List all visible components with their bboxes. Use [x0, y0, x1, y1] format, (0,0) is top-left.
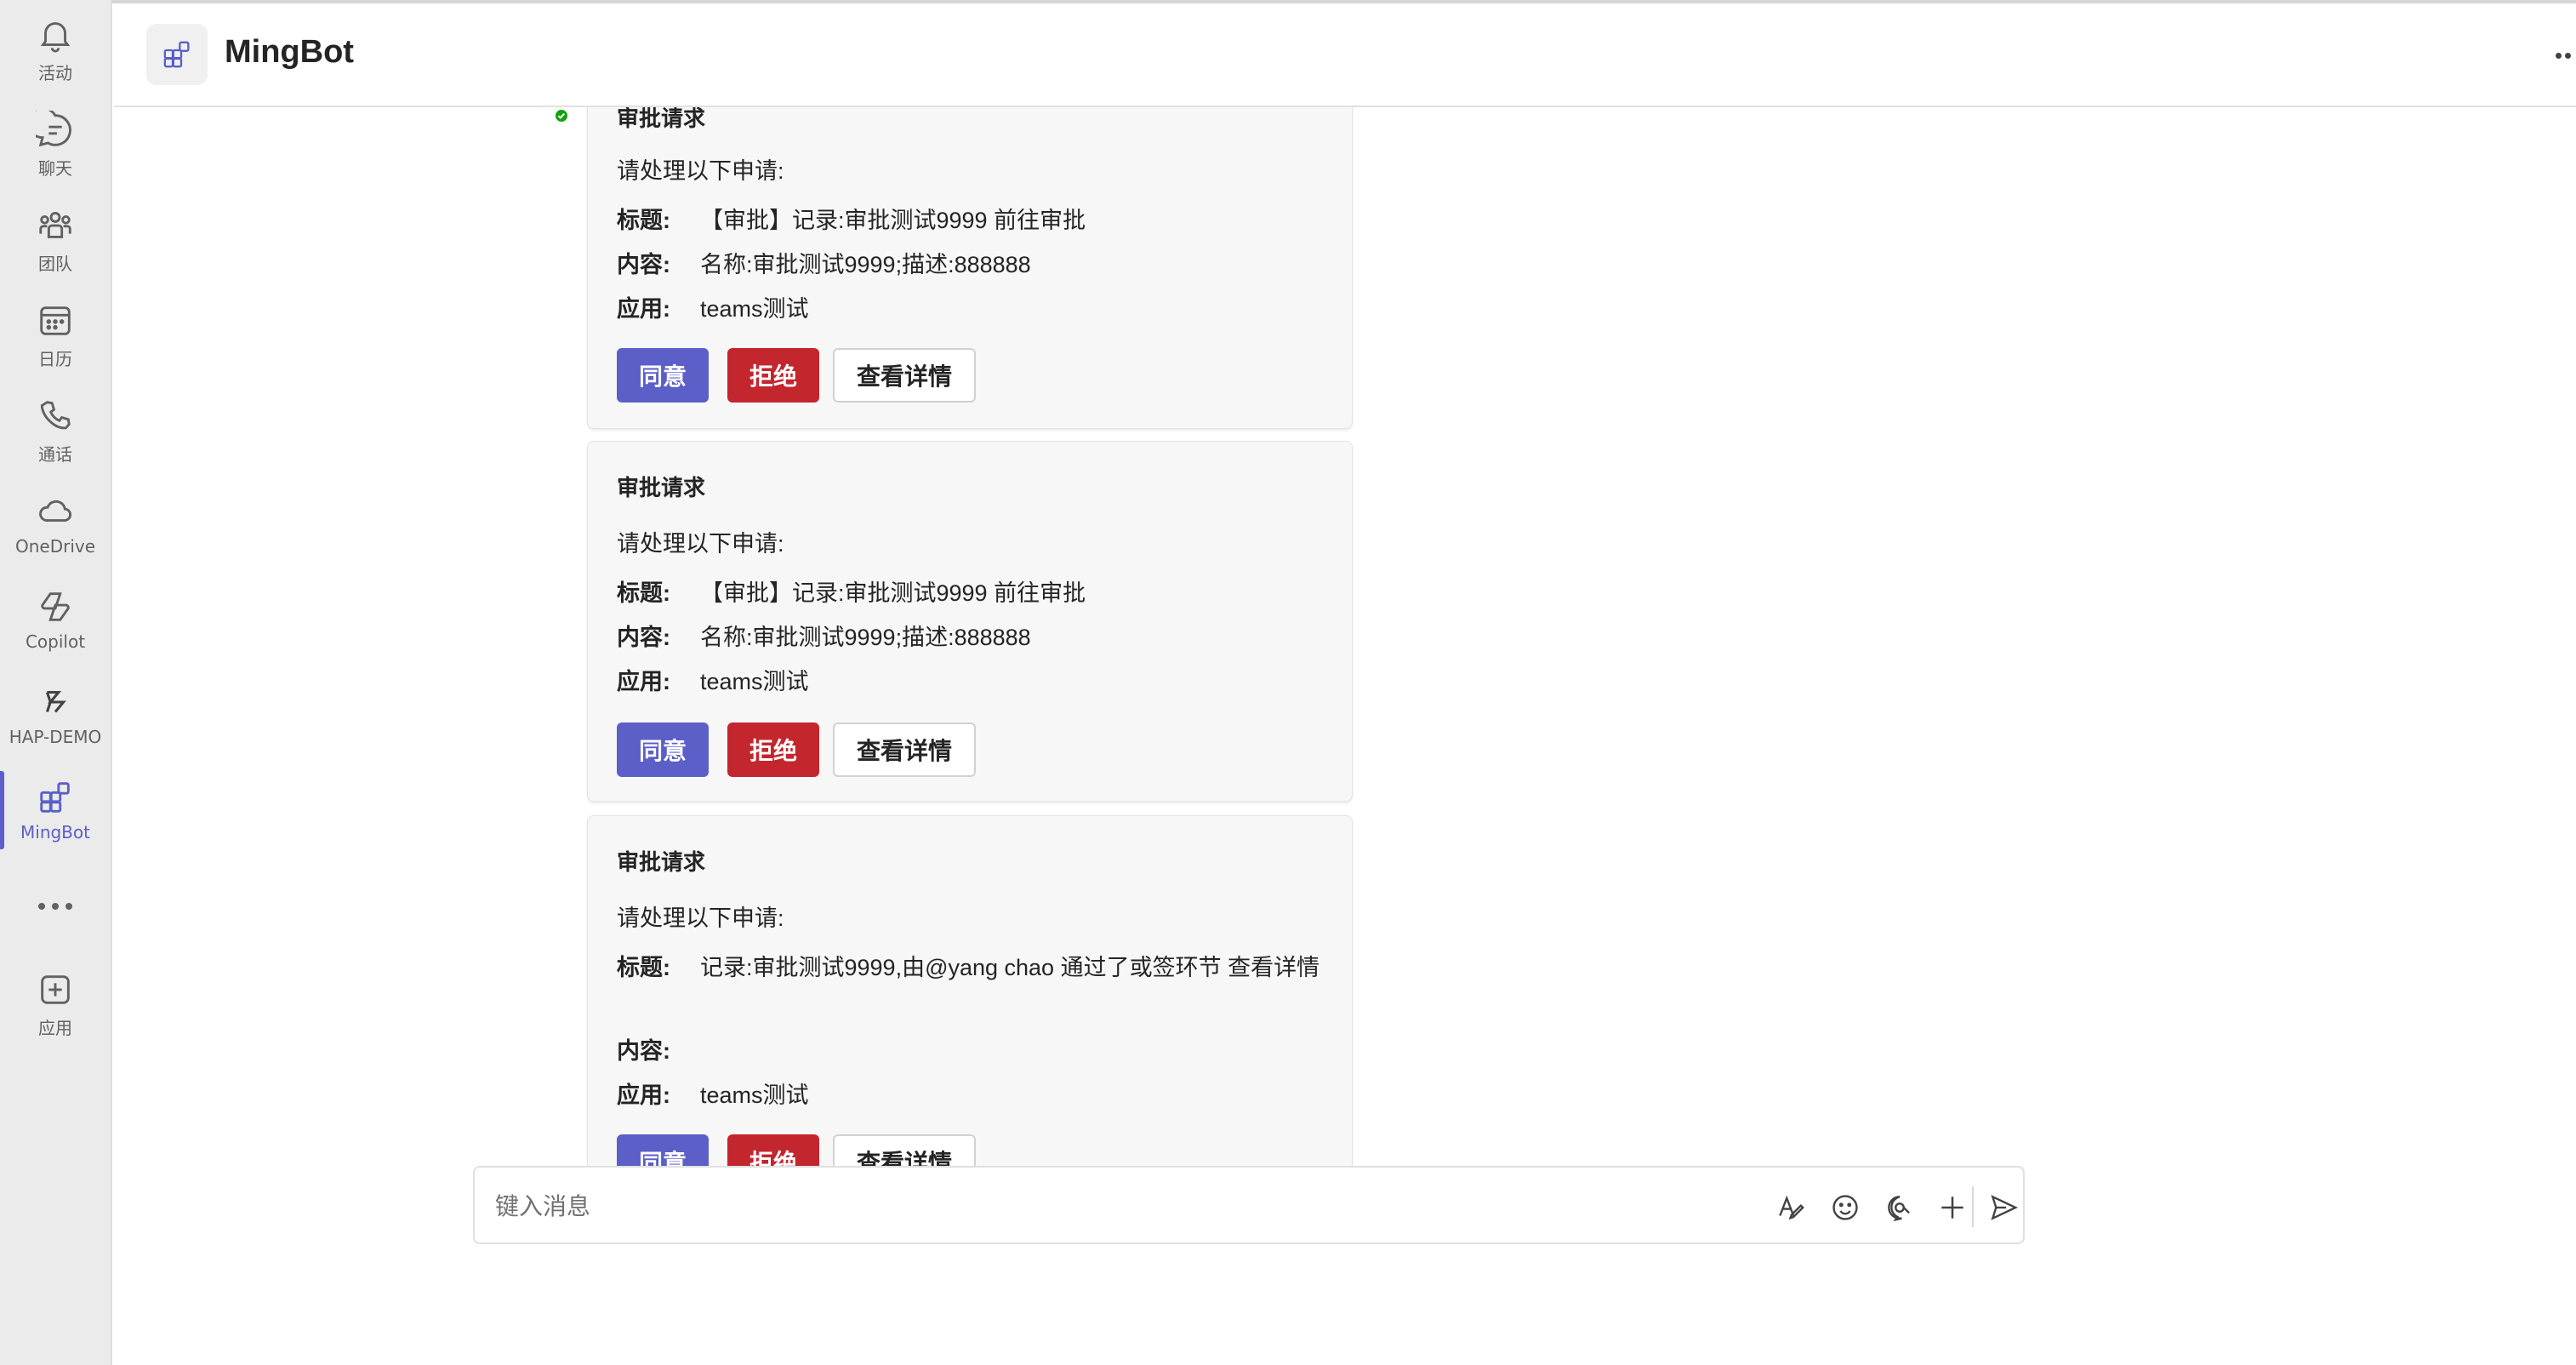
phone-icon [40, 401, 71, 430]
teams-icon [39, 211, 71, 238]
field-value [700, 1034, 1331, 1068]
rail-item-mingbot[interactable]: MingBot [0, 771, 111, 870]
page-title: MingBot [225, 34, 354, 70]
app-rail: 活动 聊天 团队 日历 通话 OneDrive Copilot HAP-DEMO… [0, 0, 112, 1365]
card-title: 审批请求 [617, 849, 706, 875]
field-label: 标题: [617, 955, 670, 980]
emoji-button[interactable] [1827, 1190, 1863, 1225]
apps-grid-icon [163, 41, 190, 68]
dot [38, 903, 45, 910]
field-value: 名称:审批测试9999;描述:888888 [700, 625, 1031, 650]
approve-button[interactable]: 同意 [617, 348, 709, 403]
dot [52, 903, 59, 910]
field-content: 内容: 名称:审批测试9999;描述:888888 [617, 620, 1331, 654]
field-value: teams测试 [700, 296, 809, 322]
field-label: 应用: [617, 1082, 670, 1108]
field-value: 【审批】记录:审批测试9999 前往审批 [700, 208, 1086, 233]
message-input[interactable] [495, 1190, 1686, 1224]
field-title: 标题: 【审批】记录:审批测试9999 前往审批 [617, 576, 1331, 610]
field-label: 标题: [617, 580, 670, 606]
chat-icon [36, 111, 71, 147]
copilot-icon [41, 592, 70, 621]
field-app: 应用: teams测试 [617, 665, 1331, 699]
rail-item-chat[interactable]: 聊天 [0, 111, 111, 203]
rail-item-label: 通话 [38, 444, 72, 465]
card-title: 审批请求 [617, 107, 706, 131]
rail-item-label: 活动 [38, 63, 72, 83]
card-title: 审批请求 [617, 475, 706, 500]
reject-button[interactable]: 拒绝 [727, 348, 819, 403]
bell-icon [40, 22, 71, 53]
card-intro: 请处理以下申请: [617, 531, 784, 557]
send-button[interactable] [1986, 1190, 2021, 1225]
rail-item-label: 日历 [38, 349, 72, 369]
field-value: teams测试 [700, 1082, 809, 1108]
field-value: teams测试 [700, 669, 809, 694]
check-icon [557, 112, 566, 119]
rail-item-apps[interactable]: 应用 [0, 970, 111, 1062]
approval-card: 审批请求 请处理以下申请: 标题: 记录:审批测试9999,由@yang cha… [587, 815, 1353, 1215]
cloud-icon [39, 500, 72, 522]
rail-more-button[interactable] [0, 892, 111, 921]
rail-item-onedrive[interactable]: OneDrive [0, 492, 111, 584]
field-app: 应用: teams测试 [617, 1078, 1331, 1112]
field-label: 应用: [617, 669, 670, 694]
field-app: 应用: teams测试 [617, 292, 1331, 326]
card-intro: 请处理以下申请: [617, 158, 784, 184]
field-label: 内容: [617, 625, 670, 650]
rail-item-calendar[interactable]: 日历 [0, 301, 111, 393]
field-label: 内容: [617, 252, 670, 277]
reject-button[interactable]: 拒绝 [727, 722, 819, 777]
approval-card: 审批请求 请处理以下申请: 标题: 【审批】记录:审批测试9999 前往审批 内… [587, 441, 1353, 802]
attach-button[interactable] [1935, 1190, 1970, 1225]
add-app-icon [41, 975, 70, 1004]
field-label: 内容: [617, 1038, 670, 1064]
rail-item-calls[interactable]: 通话 [0, 397, 111, 488]
field-content: 内容: 名称:审批测试9999;描述:888888 [617, 248, 1331, 282]
chat-header: MingBot [114, 3, 2576, 107]
emoji-icon [1832, 1195, 1858, 1220]
app-avatar [146, 24, 208, 85]
apps-grid-icon [40, 782, 70, 813]
more-options-button[interactable] [2556, 53, 2576, 61]
dot [66, 903, 72, 910]
view-details-button[interactable]: 查看详情 [833, 348, 976, 403]
send-icon [1991, 1195, 2019, 1220]
sticker-button[interactable] [1882, 1190, 1918, 1225]
composer-divider [1972, 1186, 1974, 1227]
field-value: 【审批】记录:审批测试9999 前往审批 [700, 580, 1086, 606]
rail-item-copilot[interactable]: Copilot [0, 587, 111, 679]
rail-item-hap-demo[interactable]: HAP-DEMO [0, 682, 111, 774]
approval-card: 审批请求 请处理以下申请: 标题: 【审批】记录:审批测试9999 前往审批 内… [587, 107, 1353, 429]
rail-item-label: 应用 [38, 1018, 72, 1038]
format-button[interactable] [1773, 1190, 1809, 1225]
field-label: 标题: [617, 208, 670, 233]
field-value: 名称:审批测试9999;描述:888888 [700, 252, 1031, 277]
rail-item-label: 聊天 [38, 158, 72, 179]
rail-item-label: HAP-DEMO [9, 727, 102, 747]
sticker-icon [1888, 1196, 1910, 1222]
hap-icon [45, 690, 66, 713]
attach-plus-icon [1941, 1197, 1963, 1219]
rail-item-label: Copilot [25, 631, 86, 652]
field-value: 记录:审批测试9999,由@yang chao 通过了或签环节 查看详情 [700, 955, 1320, 980]
dot [2565, 53, 2571, 59]
message-composer [473, 1166, 2025, 1244]
calendar-icon [40, 306, 71, 335]
dot [2556, 53, 2562, 59]
rail-item-activity[interactable]: 活动 [0, 15, 111, 107]
rail-item-label: 团队 [38, 254, 72, 274]
field-title: 标题: 记录:审批测试9999,由@yang chao 通过了或签环节 查看详情 [617, 951, 1331, 985]
field-title: 标题: 【审批】记录:审批测试9999 前往审批 [617, 203, 1331, 237]
view-details-button[interactable]: 查看详情 [833, 722, 976, 777]
approve-button[interactable]: 同意 [617, 722, 709, 777]
card-intro: 请处理以下申请: [617, 905, 784, 931]
online-status-badge [553, 107, 570, 124]
field-label: 应用: [617, 296, 670, 322]
rail-item-label: MingBot [20, 822, 90, 842]
field-content: 内容: [617, 1034, 1331, 1068]
format-icon [1779, 1195, 1804, 1220]
rail-item-label: OneDrive [14, 536, 96, 557]
rail-item-teams[interactable]: 团队 [0, 206, 111, 298]
